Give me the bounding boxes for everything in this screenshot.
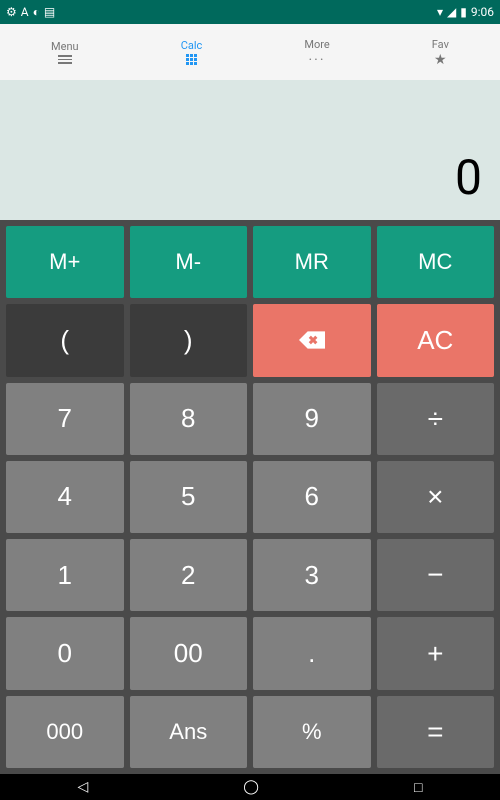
digit-0-button[interactable]: 0 [6,617,124,689]
star-icon: ★ [434,53,447,67]
sync-icon: ◐ [33,5,40,19]
memory-minus-button[interactable]: M- [130,226,248,298]
minus-button[interactable]: − [377,539,495,611]
percent-button[interactable]: % [253,696,371,768]
status-bar: ⚙ A ◐ ▤ ▾ ◢ ▮ 9:06 [0,0,500,24]
digit-00-button[interactable]: 00 [130,617,248,689]
tab-menu-label: Menu [51,40,79,53]
letter-icon: A [21,5,29,19]
digit-8-button[interactable]: 8 [130,383,248,455]
grid-icon [186,54,197,65]
tab-more-label: More [304,38,329,51]
keypad: M+ M- MR MC ( ) AC 7 8 9 ÷ 4 5 6 × 1 2 3… [0,220,500,774]
tab-calc[interactable]: Calc [181,39,203,65]
memory-plus-button[interactable]: M+ [6,226,124,298]
nav-home-icon[interactable]: ◯ [243,779,259,795]
tab-calc-label: Calc [181,39,203,52]
status-time: 9:06 [471,5,494,19]
dots-icon: ··· [309,53,326,67]
plus-button[interactable]: + [377,617,495,689]
memory-recall-button[interactable]: MR [253,226,371,298]
digit-4-button[interactable]: 4 [6,461,124,533]
menu-icon [58,55,72,64]
doc-icon: ▤ [44,5,55,19]
equals-button[interactable]: = [377,696,495,768]
tab-more[interactable]: More ··· [304,38,329,67]
multiply-button[interactable]: × [377,461,495,533]
android-nav-bar: ◁ ◯ □ [0,774,500,800]
digit-5-button[interactable]: 5 [130,461,248,533]
backspace-button[interactable] [253,304,371,376]
digit-000-button[interactable]: 000 [6,696,124,768]
paren-close-button[interactable]: ) [130,304,248,376]
nav-recent-icon[interactable]: □ [414,779,422,796]
tab-bar: Menu Calc More ··· Fav ★ [0,24,500,80]
decimal-button[interactable]: . [253,617,371,689]
tab-menu[interactable]: Menu [51,40,79,64]
digit-3-button[interactable]: 3 [253,539,371,611]
paren-open-button[interactable]: ( [6,304,124,376]
tab-fav[interactable]: Fav ★ [432,38,449,67]
memory-clear-button[interactable]: MC [377,226,495,298]
digit-2-button[interactable]: 2 [130,539,248,611]
all-clear-button[interactable]: AC [377,304,495,376]
backspace-icon [299,331,325,349]
digit-1-button[interactable]: 1 [6,539,124,611]
digit-7-button[interactable]: 7 [6,383,124,455]
ans-button[interactable]: Ans [130,696,248,768]
divide-button[interactable]: ÷ [377,383,495,455]
nav-back-icon[interactable]: ◁ [78,779,89,795]
signal-icon: ◢ [447,5,456,19]
tab-fav-label: Fav [432,38,449,51]
battery-icon: ▮ [460,5,467,19]
digit-6-button[interactable]: 6 [253,461,371,533]
calc-display: 0 [0,80,500,220]
digit-9-button[interactable]: 9 [253,383,371,455]
wifi-icon: ▾ [437,5,443,19]
settings-icon: ⚙ [6,5,17,19]
